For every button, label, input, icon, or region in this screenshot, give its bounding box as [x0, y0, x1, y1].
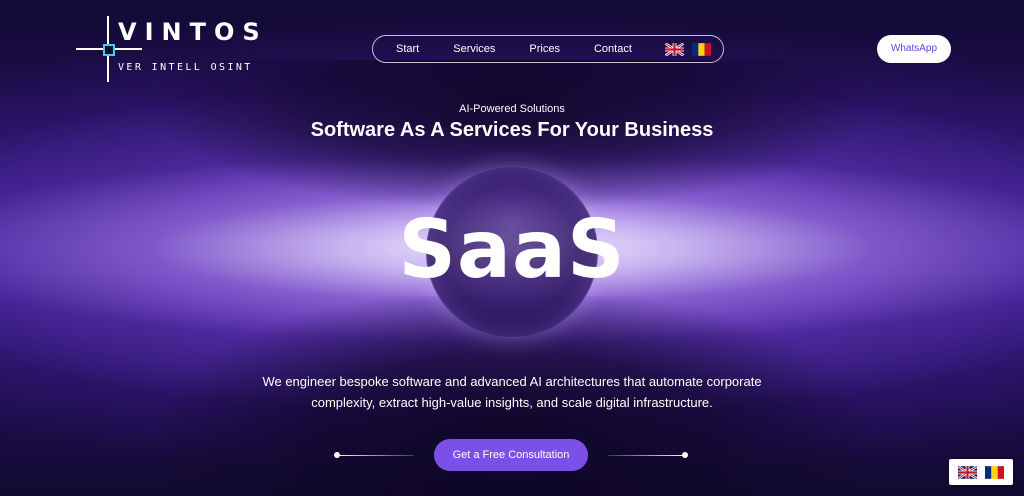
main-nav: Start Services Prices Contact — [372, 35, 724, 63]
hero-description: We engineer bespoke software and advance… — [262, 374, 762, 410]
decorative-line-right — [608, 455, 684, 456]
decorative-dot-right — [682, 452, 688, 458]
hero-headline: Software As A Services For Your Business — [310, 119, 714, 141]
uk-flag-icon[interactable] — [664, 42, 684, 56]
nav-item-contact[interactable]: Contact — [594, 43, 632, 55]
hero-eyebrow: AI-Powered Solutions — [459, 103, 565, 115]
nav-item-services[interactable]: Services — [453, 43, 495, 55]
language-switcher — [949, 459, 1013, 485]
site-logo[interactable]: VINTOS VER INTELL OSINT — [76, 16, 286, 84]
decorative-line-left — [338, 455, 414, 456]
logo-brand-name: VINTOS — [118, 18, 268, 46]
hero-big-word: SaaS — [398, 203, 626, 296]
romania-flag-icon[interactable] — [691, 42, 711, 56]
romania-flag-icon[interactable] — [985, 465, 1004, 479]
nav-item-start[interactable]: Start — [396, 43, 419, 55]
uk-flag-icon[interactable] — [958, 465, 977, 479]
logo-target-square-icon — [103, 44, 115, 56]
free-consultation-button[interactable]: Get a Free Consultation — [434, 439, 588, 471]
nav-item-prices[interactable]: Prices — [529, 43, 560, 55]
whatsapp-button[interactable]: WhatsApp — [877, 35, 951, 63]
logo-tagline: VER INTELL OSINT — [118, 62, 253, 73]
